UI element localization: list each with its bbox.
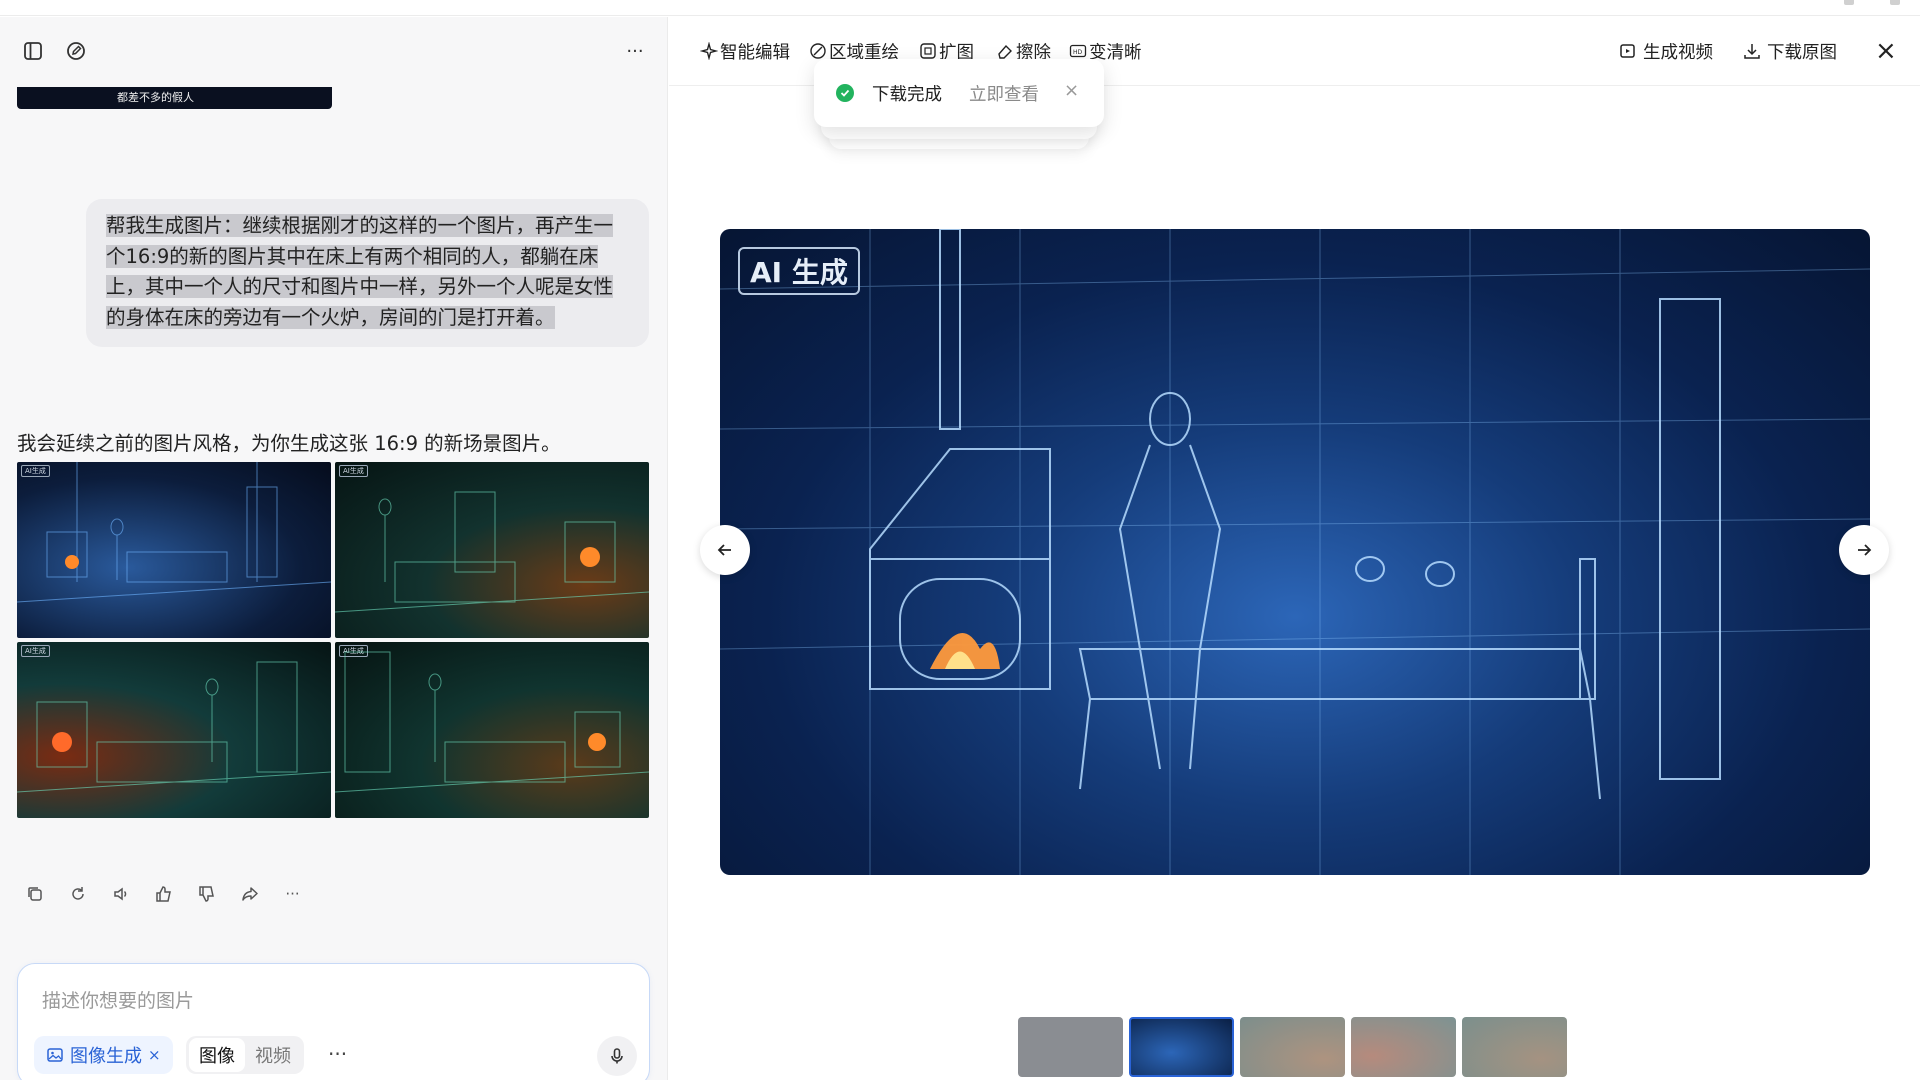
thumbs-up-icon[interactable] [149,881,178,907]
check-circle-icon [836,84,854,102]
read-aloud-icon[interactable] [106,881,135,907]
regenerate-icon[interactable] [63,881,92,907]
wireframe-scene [335,491,649,613]
generated-image[interactable]: AI生成 [335,462,649,638]
wireframe-bedroom-scene [720,229,1870,875]
window-control[interactable] [1890,0,1900,5]
sidebar-toggle-icon[interactable] [18,36,48,66]
seg-video[interactable]: 视频 [245,1038,301,1072]
generated-image[interactable]: AI生成 [335,642,649,818]
more-icon[interactable]: ··· [620,36,650,66]
media-type-toggle: 图像 视频 [186,1036,304,1074]
thumbnail-strip [1018,1017,1567,1077]
generate-video-label: 生成视频 [1643,42,1713,63]
chat-header: ··· [0,17,667,85]
message-actions: ··· [20,881,307,907]
generated-image[interactable]: AI生成 [17,462,331,638]
toast-view-link[interactable]: 立即查看 [969,81,1039,106]
prev-image-button[interactable] [700,525,750,575]
toast-status: 下载完成 [872,85,942,105]
download-original-button[interactable]: 下载原图 [1743,39,1837,63]
close-icon[interactable]: × [1875,36,1897,66]
download-toast: 下载完成 立即查看 × [814,59,1104,127]
image-icon [47,1048,63,1062]
prompt-input[interactable]: 描述你想要的图片 [42,986,194,1013]
new-chat-icon[interactable] [61,36,91,66]
wireframe-scene [17,661,331,793]
main-image[interactable]: AI 生成 [720,229,1870,875]
user-message-line: 帮我生成图片：继续根据刚才的这样的一个图片，再产生一 [106,214,614,237]
share-icon[interactable] [235,881,264,907]
wireframe-scene [17,462,331,603]
window-control[interactable] [1844,0,1854,5]
svg-text:HD: HD [1073,49,1083,56]
thumbnail[interactable] [1351,1017,1456,1077]
thumbs-down-icon[interactable] [192,881,221,907]
arrow-right-icon [1858,544,1872,556]
expand-icon [920,43,936,59]
wireframe-scene [335,651,649,793]
image-viewer: 智能编辑 区域重绘 扩图 擦除 HD 变清晰 生成视频 下载原图 × 下载完成 … [669,17,1920,1080]
smart-edit-button[interactable]: 智能编辑 [700,39,790,63]
thumbnail[interactable] [1129,1017,1234,1077]
generated-image[interactable]: AI生成 [17,642,331,818]
chat-panel: ··· 都差不多的假人 帮我生成图片：继续根据刚才的这样的一个图片，再产生一 个… [0,17,668,1080]
brush-icon [810,43,826,59]
generated-image-grid: AI生成 AI生成 AI生成 AI生成 [17,462,649,836]
thumbnail[interactable] [1018,1017,1123,1077]
close-icon[interactable]: × [148,1046,161,1064]
prompt-composer: 描述你想要的图片 图像生成 × 图像 视频 ··· [17,963,650,1080]
hd-icon: HD [1069,44,1087,58]
more-icon[interactable]: ··· [278,881,307,907]
microphone-icon[interactable] [597,1036,637,1076]
download-original-label: 下载原图 [1767,42,1837,63]
thumbnail[interactable] [1240,1017,1345,1077]
seg-image[interactable]: 图像 [189,1038,245,1072]
download-icon [1744,44,1760,59]
copy-icon[interactable] [20,881,49,907]
smart-edit-label: 智能编辑 [720,42,790,63]
generate-video-button[interactable]: 生成视频 [1619,39,1713,63]
arrow-left-icon [717,544,731,556]
user-message-line: 的身体在床的旁边有一个火炉，房间的门是打开着。 [106,305,555,329]
assistant-message: 我会延续之前的图片风格，为你生成这张 16:9 的新场景图片。 [17,432,561,455]
chip-label: 图像生成 [70,1046,142,1067]
previous-image-thumb[interactable]: 都差不多的假人 [17,87,332,109]
thumbnail[interactable] [1462,1017,1567,1077]
video-add-icon [1620,44,1635,58]
user-message-line: 个16:9的新的图片其中在床上有两个相同的人，都躺在床 [106,244,599,268]
user-message-line: 上，其中一个人的尺寸和图片中一样，另外一个人呢是女性 [106,275,614,298]
image-generation-chip[interactable]: 图像生成 × [34,1036,173,1074]
sparkle-icon [700,42,718,60]
thumb-caption: 都差不多的假人 [117,91,194,104]
eraser-icon [998,44,1012,59]
next-image-button[interactable] [1839,525,1889,575]
ai-generated-badge: AI 生成 [738,247,860,295]
window-top-bar [0,0,1920,16]
user-message: 帮我生成图片：继续根据刚才的这样的一个图片，再产生一 个16:9的新的图片其中在… [86,199,649,347]
close-icon[interactable]: × [1064,80,1079,101]
composer-more-button[interactable]: ··· [328,1042,347,1066]
